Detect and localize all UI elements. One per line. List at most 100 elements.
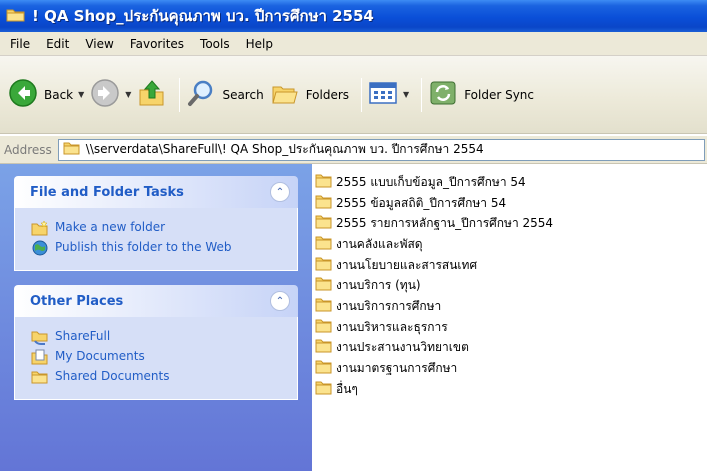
file-name: งานมาตรฐานการศึกษา [336, 361, 458, 376]
panel-body: ShareFull My Documents Shared Documents [14, 317, 298, 400]
folder-icon [315, 319, 333, 336]
toolbar-separator [361, 77, 363, 112]
panel-body: Make a new folder Publish this folder to… [14, 208, 298, 271]
menu-tools[interactable]: Tools [192, 34, 238, 54]
list-item[interactable]: 2555 แบบเก็บข้อมูล_ปีการศึกษา 54 [315, 172, 707, 193]
forward-button[interactable]: ▼ [90, 75, 131, 115]
collapse-icon[interactable]: ⌃ [270, 291, 290, 311]
address-path: \\serverdata\ShareFull\! QA Shop_ประกันค… [85, 142, 484, 156]
list-item[interactable]: งานคลังและพัสดุ [315, 234, 707, 255]
panel-title: Other Places [30, 293, 124, 309]
list-item[interactable]: งานมาตรฐานการศึกษา [315, 358, 707, 379]
documents-folder-icon [31, 349, 49, 365]
place-label: ShareFull [55, 329, 111, 343]
place-sharefull[interactable]: ShareFull [31, 329, 287, 345]
place-label: My Documents [55, 349, 145, 363]
file-name: 2555 ข้อมูลสถิติ_ปีการศึกษา 54 [336, 195, 507, 210]
folder-icon [315, 174, 333, 191]
other-places-panel: Other Places ⌃ ShareFull My Documents Sh… [14, 285, 298, 400]
toolbar-separator [421, 77, 423, 112]
chevron-down-icon[interactable]: ▼ [78, 90, 84, 99]
folder-sync-label: Folder Sync [464, 87, 535, 102]
back-label: Back [44, 87, 74, 102]
task-label: Make a new folder [55, 220, 166, 234]
folder-sync-icon [428, 78, 458, 111]
up-folder-button[interactable] [137, 75, 167, 115]
search-icon [186, 78, 216, 111]
address-bar: Address \\serverdata\ShareFull\! QA Shop… [0, 136, 707, 164]
views-icon [368, 80, 398, 109]
file-name: งานประสานงานวิทยาเขต [336, 340, 469, 355]
file-folder-tasks-panel: File and Folder Tasks ⌃ Make a new folde… [14, 176, 298, 271]
menu-file[interactable]: File [2, 34, 38, 54]
menu-bar: File Edit View Favorites Tools Help [0, 32, 707, 56]
folder-icon [315, 277, 333, 294]
folder-icon [315, 215, 333, 232]
window-title: ! QA Shop_ประกันคุณภาพ บว. ปีการศึกษา 25… [32, 7, 374, 25]
menu-help[interactable]: Help [238, 34, 281, 54]
folder-icon [315, 195, 333, 212]
folder-icon [63, 141, 81, 158]
collapse-icon[interactable]: ⌃ [270, 182, 290, 202]
list-item[interactable]: งานบริการ (ทุน) [315, 275, 707, 296]
folder-sync-button[interactable]: Folder Sync [428, 75, 534, 115]
panel-header[interactable]: File and Folder Tasks ⌃ [14, 176, 298, 208]
place-my-documents[interactable]: My Documents [31, 349, 287, 365]
file-name: อื่นๆ [336, 381, 358, 396]
address-field[interactable]: \\serverdata\ShareFull\! QA Shop_ประกันค… [57, 138, 705, 161]
list-item[interactable]: อื่นๆ [315, 379, 707, 400]
views-button[interactable]: ▼ [368, 75, 409, 115]
globe-icon [31, 240, 49, 256]
file-name: 2555 แบบเก็บข้อมูล_ปีการศึกษา 54 [336, 174, 526, 189]
folder-icon [315, 381, 333, 398]
address-label: Address [4, 142, 52, 157]
task-make-new-folder[interactable]: Make a new folder [31, 220, 287, 236]
place-label: Shared Documents [55, 369, 170, 383]
toolbar-separator [179, 77, 181, 112]
list-item[interactable]: 2555 ข้อมูลสถิติ_ปีการศึกษา 54 [315, 193, 707, 214]
list-item[interactable]: งานนโยบายและสารสนเทศ [315, 255, 707, 276]
back-arrow-icon [8, 78, 38, 111]
folders-icon [270, 78, 300, 111]
search-label: Search [222, 87, 264, 102]
chevron-down-icon[interactable]: ▼ [125, 90, 131, 99]
panel-title: File and Folder Tasks [30, 184, 184, 200]
file-name: งานบริหารและธุรการ [336, 319, 448, 334]
panel-header[interactable]: Other Places ⌃ [14, 285, 298, 317]
back-button[interactable]: Back ▼ [8, 75, 84, 115]
list-item[interactable]: 2555 รายการหลักฐาน_ปีการศึกษา 2554 [315, 213, 707, 234]
folder-icon [315, 339, 333, 356]
new-folder-icon [31, 220, 49, 236]
task-label: Publish this folder to the Web [55, 240, 232, 254]
folder-icon [31, 369, 49, 385]
folder-icon [315, 360, 333, 377]
folder-icon [315, 298, 333, 315]
folder-icon [315, 236, 333, 253]
menu-favorites[interactable]: Favorites [122, 34, 192, 54]
toolbar: Back ▼ ▼ Search Folders ▼ Folder Sync [0, 56, 707, 134]
up-folder-icon [137, 78, 167, 111]
place-shared-documents[interactable]: Shared Documents [31, 369, 287, 385]
list-item[interactable]: งานประสานงานวิทยาเขต [315, 338, 707, 359]
folders-label: Folders [305, 87, 350, 102]
file-name: งานคลังและพัสดุ [336, 236, 423, 251]
folder-icon [6, 7, 26, 26]
task-publish-web[interactable]: Publish this folder to the Web [31, 240, 287, 256]
file-name: งานบริการการศึกษา [336, 298, 442, 313]
file-name: งานนโยบายและสารสนเทศ [336, 257, 478, 272]
list-item[interactable]: งานบริการการศึกษา [315, 296, 707, 317]
title-bar[interactable]: ! QA Shop_ประกันคุณภาพ บว. ปีการศึกษา 25… [0, 0, 707, 32]
menu-view[interactable]: View [77, 34, 121, 54]
file-list: 2555 แบบเก็บข้อมูล_ปีการศึกษา 54 2555 ข้… [312, 164, 707, 471]
chevron-down-icon[interactable]: ▼ [403, 90, 409, 99]
forward-arrow-icon [90, 78, 120, 111]
folders-button[interactable]: Folders [270, 75, 349, 115]
task-pane: File and Folder Tasks ⌃ Make a new folde… [0, 164, 312, 471]
list-item[interactable]: งานบริหารและธุรการ [315, 317, 707, 338]
search-button[interactable]: Search [186, 75, 264, 115]
file-name: 2555 รายการหลักฐาน_ปีการศึกษา 2554 [336, 216, 554, 231]
menu-edit[interactable]: Edit [38, 34, 77, 54]
file-name: งานบริการ (ทุน) [336, 278, 421, 293]
folder-icon [315, 257, 333, 274]
shared-folder-icon [31, 329, 49, 345]
